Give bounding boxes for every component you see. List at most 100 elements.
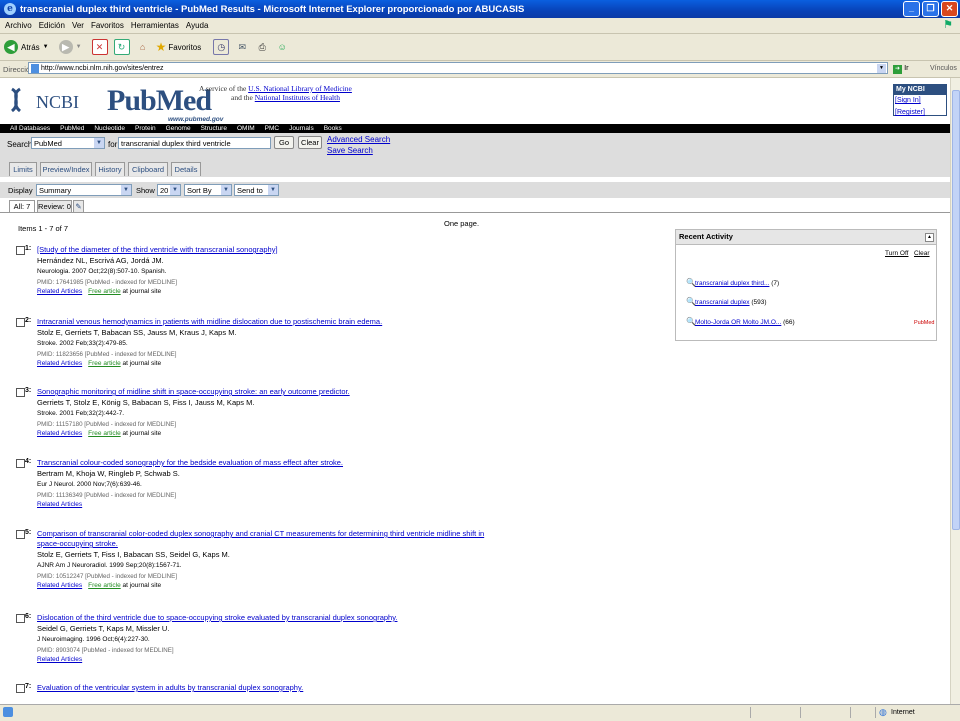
free-article-link[interactable]: Free article (88, 288, 121, 295)
maximize-button[interactable]: ❐ (922, 1, 939, 17)
menu-ver[interactable]: Ver (72, 21, 84, 30)
menu-herramientas[interactable]: Herramientas (131, 21, 179, 30)
go-search-button[interactable]: Go (274, 136, 294, 149)
tab-history[interactable]: History (95, 162, 125, 176)
result-checkbox[interactable] (16, 459, 25, 468)
clear-button[interactable]: Clear (298, 136, 322, 149)
nlm-link[interactable]: U.S. National Library of Medicine (248, 84, 352, 93)
db-pubmed[interactable]: PubMed (60, 125, 84, 132)
related-articles-link[interactable]: Related Articles (37, 430, 82, 437)
vertical-scrollbar[interactable] (950, 78, 960, 704)
ncbi-logo[interactable]: NCBI (36, 92, 79, 113)
menu-favoritos[interactable]: Favoritos (91, 21, 124, 30)
print-icon[interactable]: ⎙ (255, 40, 269, 54)
result-checkbox[interactable] (16, 530, 25, 539)
collapse-icon[interactable]: ▲ (925, 233, 934, 242)
home-icon[interactable]: ⌂ (136, 40, 150, 54)
db-journals[interactable]: Journals (289, 125, 314, 132)
related-articles-link[interactable]: Related Articles (37, 501, 82, 508)
minimize-button[interactable]: _ (903, 1, 920, 17)
related-articles-link[interactable]: Related Articles (37, 656, 82, 663)
my-ncbi-title[interactable]: My NCBI (894, 85, 946, 95)
close-button[interactable]: ✕ (941, 1, 958, 17)
back-button[interactable]: ◀ Atrás ▼ (4, 40, 49, 54)
free-article-link[interactable]: Free article (88, 430, 121, 437)
related-articles-link[interactable]: Related Articles (37, 360, 82, 367)
mail-icon[interactable]: ✉ (235, 40, 249, 54)
recent-item[interactable]: 🔍transcranial duplex third... (7) (686, 278, 779, 287)
show-count-select[interactable]: 20 ▼ (157, 184, 181, 196)
database-select[interactable]: PubMed ▼ (31, 137, 105, 149)
result-title-link[interactable]: Transcranial colour-coded sonography for… (37, 458, 487, 468)
menu-edicion[interactable]: Edición (39, 21, 65, 30)
links-label[interactable]: Vínculos (930, 65, 957, 72)
tab-all[interactable]: All: 7 (9, 200, 35, 212)
menu-archivo[interactable]: Archivo (5, 21, 32, 30)
db-nucleotide[interactable]: Nucleotide (94, 125, 125, 132)
result-checkbox[interactable] (16, 388, 25, 397)
register-link[interactable]: [Register] (894, 109, 925, 116)
tab-clipboard[interactable]: Clipboard (128, 162, 168, 176)
db-omim[interactable]: OMIM (237, 125, 255, 132)
db-pmc[interactable]: PMC (265, 125, 279, 132)
forward-button[interactable]: ▶ ▼ (53, 40, 82, 54)
result-title-link[interactable]: Evaluation of the ventricular system in … (37, 683, 487, 693)
related-articles-link[interactable]: Related Articles (37, 288, 82, 295)
messenger-icon[interactable]: ☺ (275, 40, 289, 54)
go-button[interactable]: ➜ Ir (893, 63, 909, 74)
save-search-link[interactable]: Save Search (327, 146, 373, 155)
sort-by-select[interactable]: Sort By ▼ (184, 184, 232, 196)
forward-dropdown-icon[interactable]: ▼ (76, 44, 82, 50)
history-icon[interactable]: ◷ (213, 39, 230, 55)
free-article-link[interactable]: Free article (88, 582, 121, 589)
refresh-icon[interactable]: ↻ (113, 39, 130, 55)
db-books[interactable]: Books (324, 125, 342, 132)
clear-activity-link[interactable]: Clear (914, 250, 930, 257)
db-all[interactable]: All Databases (10, 125, 50, 132)
free-article-link[interactable]: Free article (88, 360, 121, 367)
tab-details[interactable]: Details (171, 162, 201, 176)
recent-item[interactable]: 🔍transcranial duplex (593) (686, 297, 767, 306)
back-dropdown-icon[interactable]: ▼ (43, 44, 49, 50)
menu-ayuda[interactable]: Ayuda (186, 21, 209, 30)
recent-item[interactable]: 🔍Molto-Jorda OR Molto JM.O... (66) (686, 317, 795, 326)
result-links: Related Articles Free article at journal … (37, 582, 161, 589)
related-articles-link[interactable]: Related Articles (37, 582, 82, 589)
send-to-select[interactable]: Send to ▼ (234, 184, 279, 196)
result-title-link[interactable]: Dislocation of the third ventricle due t… (37, 613, 487, 623)
result-authors: Seidel G, Gerriets T, Kaps M, Missler U. (37, 624, 170, 633)
db-structure[interactable]: Structure (201, 125, 227, 132)
tab-preview-index[interactable]: Preview/Index (40, 162, 92, 176)
turn-off-link[interactable]: Turn Off (885, 250, 908, 257)
pubmed-logo[interactable]: PubMed (107, 84, 212, 118)
window-title-bar[interactable]: e transcranial duplex third ventricle - … (0, 0, 960, 18)
result-title-link[interactable]: [Study of the diameter of the third vent… (37, 245, 487, 255)
nih-link[interactable]: National Institutes of Health (255, 93, 340, 102)
result-title-link[interactable]: Comparison of transcranial color-coded d… (37, 529, 487, 549)
stop-icon[interactable]: ✕ (91, 39, 108, 55)
advanced-search-link[interactable]: Advanced Search (327, 135, 390, 144)
sign-in-link[interactable]: [Sign In] (894, 97, 921, 104)
tab-review[interactable]: Review: 0 (37, 200, 72, 212)
db-protein[interactable]: Protein (135, 125, 156, 132)
address-input[interactable]: http://www.ncbi.nlm.nih.gov/sites/entrez… (28, 62, 888, 74)
favorites-button[interactable]: ★ Favoritos (156, 40, 202, 54)
tab-limits[interactable]: Limits (9, 162, 37, 176)
search-input[interactable]: transcranial duplex third ventricle (118, 137, 271, 149)
address-dropdown-icon[interactable]: ▼ (877, 64, 886, 73)
result-checkbox[interactable] (16, 684, 25, 693)
filter-settings-icon[interactable]: ✎ (73, 200, 84, 212)
result-filter-tabs: All: 7 Review: 0 ✎ (0, 198, 950, 213)
result-title-link[interactable]: Sonographic monitoring of midline shift … (37, 387, 487, 397)
display-format-select[interactable]: Summary ▼ (36, 184, 132, 196)
result-checkbox[interactable] (16, 318, 25, 327)
result-checkbox[interactable] (16, 246, 25, 255)
result-links: Related Articles Free article at journal … (37, 288, 161, 295)
scrollbar-thumb[interactable] (952, 90, 960, 530)
internet-zone-icon: ◍ (879, 707, 887, 717)
result-checkbox[interactable] (16, 614, 25, 623)
db-genome[interactable]: Genome (166, 125, 191, 132)
address-bar: Dirección http://www.ncbi.nlm.nih.gov/si… (0, 61, 960, 78)
db-tag: PubMed (914, 320, 935, 326)
result-title-link[interactable]: Intracranial venous hemodynamics in pati… (37, 317, 487, 327)
